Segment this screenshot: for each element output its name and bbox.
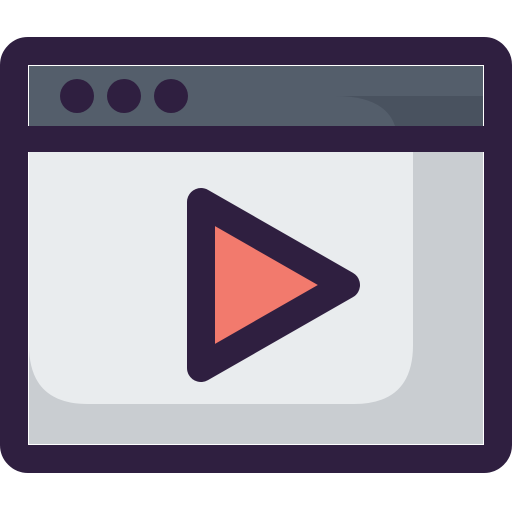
- window-control-dots: [60, 79, 188, 113]
- window-dot-icon: [107, 79, 141, 113]
- video-window-icon-canvas: [0, 0, 512, 512]
- title-separator: [14, 126, 498, 152]
- window-dot-icon: [154, 79, 188, 113]
- title-bar-light-region: [29, 66, 483, 96]
- window-dot-icon: [60, 79, 94, 113]
- video-player-window-icon: [0, 37, 512, 473]
